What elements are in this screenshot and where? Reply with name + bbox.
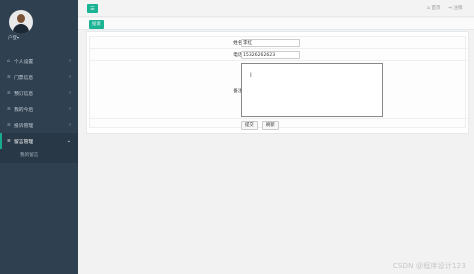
submit-button[interactable]: 提交 [241,121,258,130]
sidebar-item-personal-settings[interactable]: ⌂ 个人设置 ‹ [0,53,78,69]
list-icon: ≡ [7,138,11,144]
list-icon: ≡ [7,122,11,128]
form-row-name: 姓名: 李红 [90,37,467,49]
user-name-label: 户登 [8,36,17,41]
sidebar-item-label: 个人设置 [14,59,34,65]
topbar: ☰ ⌂ 首页 ⇥ 注销 [78,0,474,17]
user-avatar[interactable] [9,10,33,34]
complaint-form: 姓名: 李红 电话: 15326262623 备注: I 提交 刷新 [89,36,467,131]
caret-down-icon: ▾ [17,35,20,40]
list-icon: ≡ [7,74,11,80]
list-icon: ≡ [7,90,11,96]
chevron-left-icon: ‹ [69,106,71,112]
hamburger-icon: ☰ [90,5,95,12]
chevron-left-icon: ‹ [69,122,71,128]
avatar-head [17,14,25,23]
content-panel: 姓名: 李红 电话: 15326262623 备注: I 提交 刷新 [86,31,469,134]
remark-textarea[interactable]: I [241,63,383,117]
chevron-left-icon: ‹ [69,58,71,64]
tab-strip: 投诉 [78,18,474,30]
form-row-actions: 提交 刷新 [90,119,467,131]
home-icon: ⌂ [7,58,10,64]
home-link[interactable]: ⌂ 首页 [427,5,441,11]
sidebar-item-label: 投诉管理 [14,123,34,129]
sidebar-item-booking-info[interactable]: ≡ 预订信息 ‹ [0,85,78,101]
chevron-down-icon: ⌄ [66,138,71,144]
text-cursor-icon: I [250,72,252,79]
chevron-left-icon: ‹ [69,74,71,80]
sidebar-item-label: 门票信息 [14,75,34,81]
sidebar-item-message-management[interactable]: ≡ 留言管理 ⌄ [0,133,78,149]
form-row-phone: 电话: 15326262623 [90,49,467,61]
name-input[interactable]: 李红 [241,39,300,47]
sidebar-item-label: 预订信息 [14,91,34,97]
user-name-dropdown[interactable]: 户登▾ [8,35,19,41]
sidebar-item-label: 留言管理 [14,139,34,145]
form-row-remark: 备注: I [90,61,467,119]
menu-toggle-button[interactable]: ☰ [87,4,98,13]
sidebar-subitem-my-messages[interactable]: 我的留言 [0,149,78,163]
watermark: CSDN @程序设计123 [392,262,466,270]
sidebar-item-label: 我的今后 [14,107,34,113]
phone-input[interactable]: 15326262623 [241,51,300,59]
sidebar-item-my-plans[interactable]: ≡ 我的今后 ‹ [0,101,78,117]
sidebar-item-ticket-info[interactable]: ≡ 门票信息 ‹ [0,69,78,85]
chevron-left-icon: ‹ [69,90,71,96]
sidebar-item-complaints[interactable]: ≡ 投诉管理 ‹ [0,117,78,133]
logout-link[interactable]: ⇥ 注销 [448,5,463,11]
sidebar-submenu: 我的留言 [0,149,78,163]
avatar-body [13,24,29,34]
list-icon: ≡ [7,106,11,112]
reset-button[interactable]: 刷新 [262,121,279,130]
sidebar: 户登▾ ⌂ 个人设置 ‹ ≡ 门票信息 ‹ ≡ 预订信息 ‹ ≡ 我的今后 ‹ … [0,0,78,274]
tab-complaint[interactable]: 投诉 [89,20,104,29]
sidebar-menu: ⌂ 个人设置 ‹ ≡ 门票信息 ‹ ≡ 预订信息 ‹ ≡ 我的今后 ‹ ≡ 投诉… [0,53,78,163]
